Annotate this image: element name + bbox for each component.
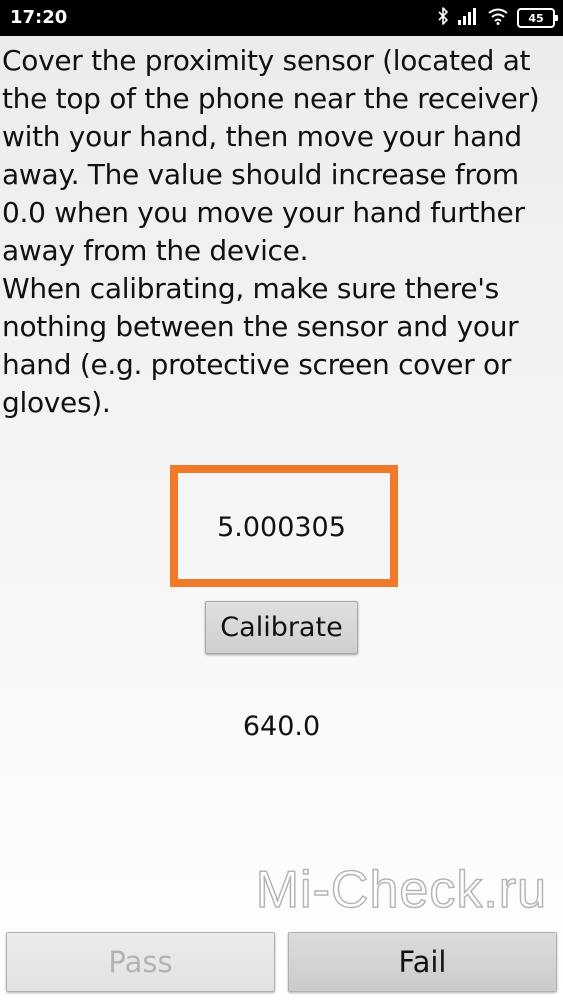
wifi-icon [487, 7, 509, 29]
bluetooth-icon [437, 6, 449, 30]
status-icons: 45 [437, 6, 558, 30]
fail-button[interactable]: Fail [288, 932, 557, 992]
status-bar: 17:20 45 [0, 0, 563, 36]
sensor-max-value: 640.0 [242, 711, 321, 742]
watermark-logo: Mi-Check.ru [255, 860, 547, 920]
sensor-current-value: 5.000305 [217, 512, 346, 543]
signal-icon [457, 7, 479, 29]
pass-button[interactable]: Pass [6, 932, 275, 992]
battery-level: 45 [528, 11, 544, 25]
instructions-text: Cover the proximity sensor (located at t… [2, 44, 540, 419]
calibrate-button[interactable]: Calibrate [205, 601, 358, 654]
status-time: 17:20 [10, 7, 68, 28]
battery-icon: 45 [517, 8, 558, 28]
